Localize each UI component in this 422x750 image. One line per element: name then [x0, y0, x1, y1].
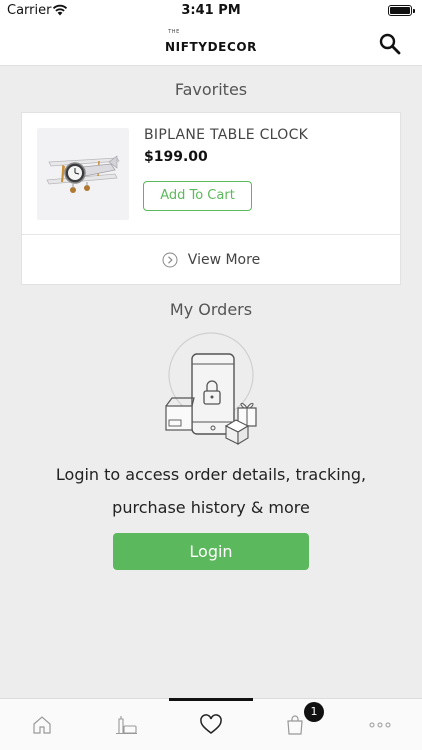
favorites-title: Favorites [174, 80, 248, 99]
tab-rooms[interactable] [84, 699, 168, 750]
tab-cart[interactable]: 1 [253, 699, 337, 750]
brand-prefix: THE [168, 29, 180, 35]
favorite-item-card: BIPLANE TABLE CLOCK $199.00 Add To Cart … [21, 112, 401, 285]
room-icon [116, 716, 137, 735]
brand-logo[interactable]: THE NIFTYDECOR [0, 28, 422, 55]
orders-illustration-icon [165, 332, 257, 445]
tab-bar: 1 [0, 698, 422, 750]
status-bar: Carrier 3:41 PM [0, 0, 422, 22]
battery-icon [388, 5, 415, 16]
brand-name: NIFTYDECOR [165, 40, 257, 54]
login-message: Login to access order details, tracking,… [55, 465, 367, 517]
heart-icon [200, 714, 222, 734]
search-icon[interactable] [378, 32, 402, 56]
view-more-label: View More [187, 252, 261, 268]
tab-more[interactable] [338, 699, 422, 750]
add-to-cart-button[interactable]: Add To Cart [143, 181, 252, 211]
product-name[interactable]: BIPLANE TABLE CLOCK [144, 127, 308, 143]
app-header: THE NIFTYDECOR [0, 22, 422, 66]
biplane-clock-image [46, 155, 120, 193]
clock-time: 3:41 PM [181, 3, 241, 18]
product-image[interactable] [37, 128, 129, 220]
home-icon [33, 716, 51, 734]
view-more-button[interactable]: View More [22, 235, 400, 285]
cart-count-badge: 1 [304, 702, 324, 722]
more-icon [369, 722, 391, 728]
product-price: $199.00 [144, 149, 208, 165]
chevron-right-circle-icon [162, 252, 178, 268]
login-button[interactable]: Login [113, 533, 309, 570]
tab-favorites[interactable] [169, 699, 253, 750]
tab-home[interactable] [0, 699, 84, 750]
shopping-bag-icon [287, 715, 303, 735]
my-orders-title: My Orders [169, 300, 253, 319]
